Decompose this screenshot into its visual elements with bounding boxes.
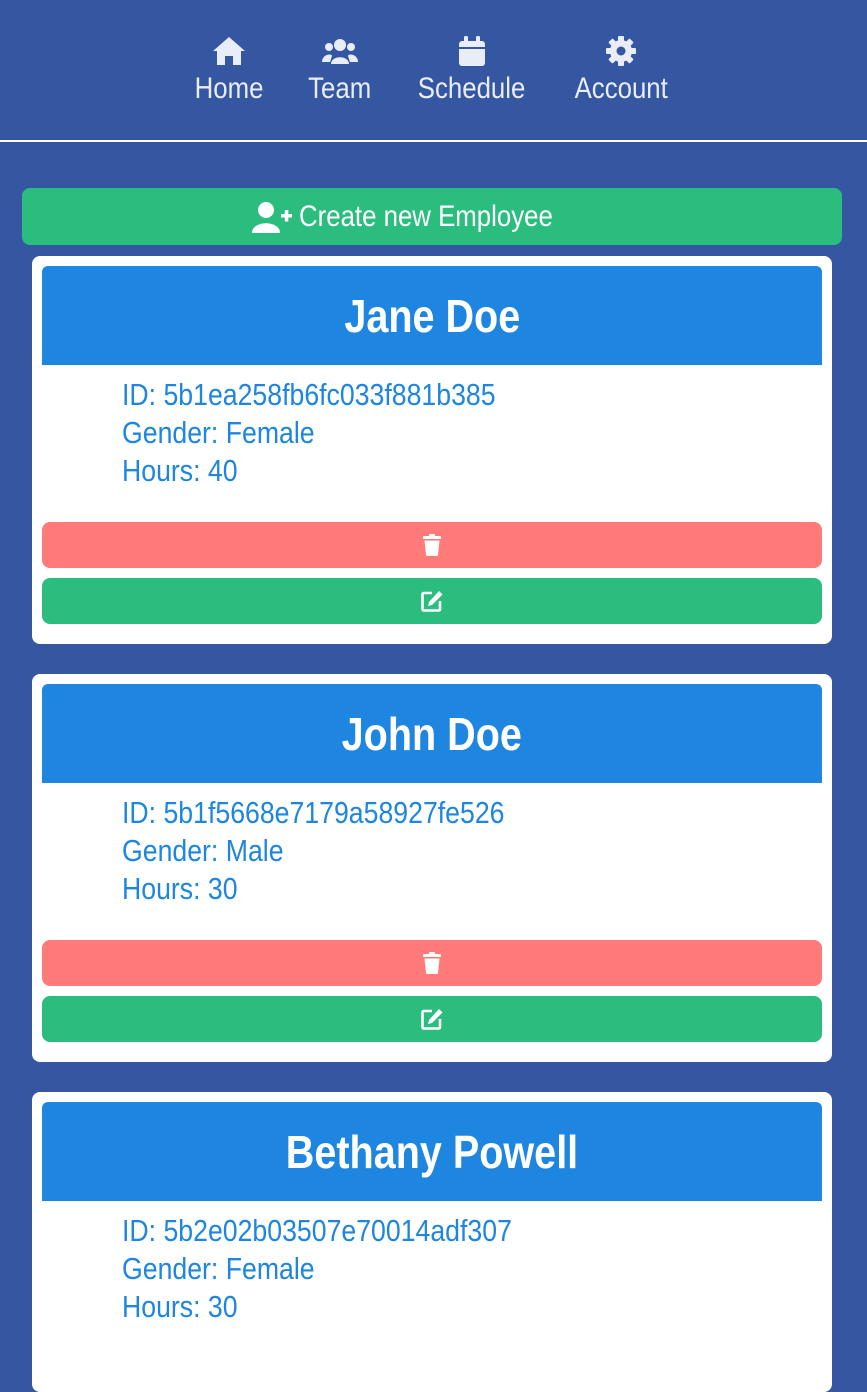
employee-card-header: Bethany Powell bbox=[42, 1102, 822, 1201]
nav-schedule[interactable]: Schedule bbox=[412, 34, 532, 106]
employee-card: Bethany Powell ID: 5b2e02b03507e70014adf… bbox=[32, 1092, 832, 1392]
delete-employee-button[interactable] bbox=[42, 940, 822, 986]
employee-card-header: John Doe bbox=[42, 684, 822, 783]
trash-icon bbox=[423, 952, 441, 974]
employee-details: ID: 5b1f5668e7179a58927fe526 Gender: Mal… bbox=[122, 794, 567, 908]
gear-icon bbox=[606, 36, 636, 66]
employee-details: ID: 5b1ea258fb6fc033f881b385 Gender: Fem… bbox=[122, 376, 556, 490]
create-employee-label: Create new Employee bbox=[298, 199, 553, 233]
edit-employee-button[interactable] bbox=[42, 578, 822, 624]
edit-employee-button[interactable] bbox=[42, 996, 822, 1042]
employee-name: Bethany Powell bbox=[285, 1125, 579, 1178]
top-nav: Home Team Schedule Account bbox=[0, 0, 867, 142]
users-icon bbox=[322, 39, 358, 64]
trash-icon bbox=[423, 534, 441, 556]
employee-id: ID: 5b2e02b03507e70014adf307 bbox=[122, 1213, 512, 1248]
nav-team[interactable]: Team bbox=[302, 34, 378, 106]
nav-schedule-label: Schedule bbox=[418, 72, 526, 105]
calendar-icon bbox=[459, 36, 485, 66]
delete-employee-button[interactable] bbox=[42, 522, 822, 568]
create-employee-button[interactable]: Create new Employee bbox=[22, 188, 842, 245]
employee-card: Jane Doe ID: 5b1ea258fb6fc033f881b385 Ge… bbox=[32, 256, 832, 644]
nav-team-label: Team bbox=[308, 72, 372, 105]
employee-id: ID: 5b1f5668e7179a58927fe526 bbox=[122, 795, 505, 830]
employee-hours: Hours: 30 bbox=[122, 871, 238, 906]
edit-icon bbox=[421, 1009, 443, 1030]
nav-home[interactable]: Home bbox=[190, 34, 268, 106]
home-icon bbox=[213, 37, 245, 65]
user-plus-icon bbox=[251, 201, 292, 233]
employee-gender: Gender: Male bbox=[122, 833, 284, 868]
employee-details: ID: 5b2e02b03507e70014adf307 Gender: Fem… bbox=[122, 1212, 575, 1326]
employee-name: Jane Doe bbox=[344, 289, 520, 342]
employee-gender: Gender: Female bbox=[122, 1251, 315, 1286]
employee-card-header: Jane Doe bbox=[42, 266, 822, 365]
employee-gender: Gender: Female bbox=[122, 415, 315, 450]
employee-hours: Hours: 30 bbox=[122, 1289, 238, 1324]
employee-name: John Doe bbox=[341, 707, 523, 760]
edit-icon bbox=[421, 591, 443, 612]
nav-account[interactable]: Account bbox=[566, 34, 676, 106]
employee-id: ID: 5b1ea258fb6fc033f881b385 bbox=[122, 377, 496, 412]
employee-card: John Doe ID: 5b1f5668e7179a58927fe526 Ge… bbox=[32, 674, 832, 1062]
employee-hours: Hours: 40 bbox=[122, 453, 238, 488]
nav-home-label: Home bbox=[194, 72, 264, 105]
nav-account-label: Account bbox=[574, 72, 668, 105]
